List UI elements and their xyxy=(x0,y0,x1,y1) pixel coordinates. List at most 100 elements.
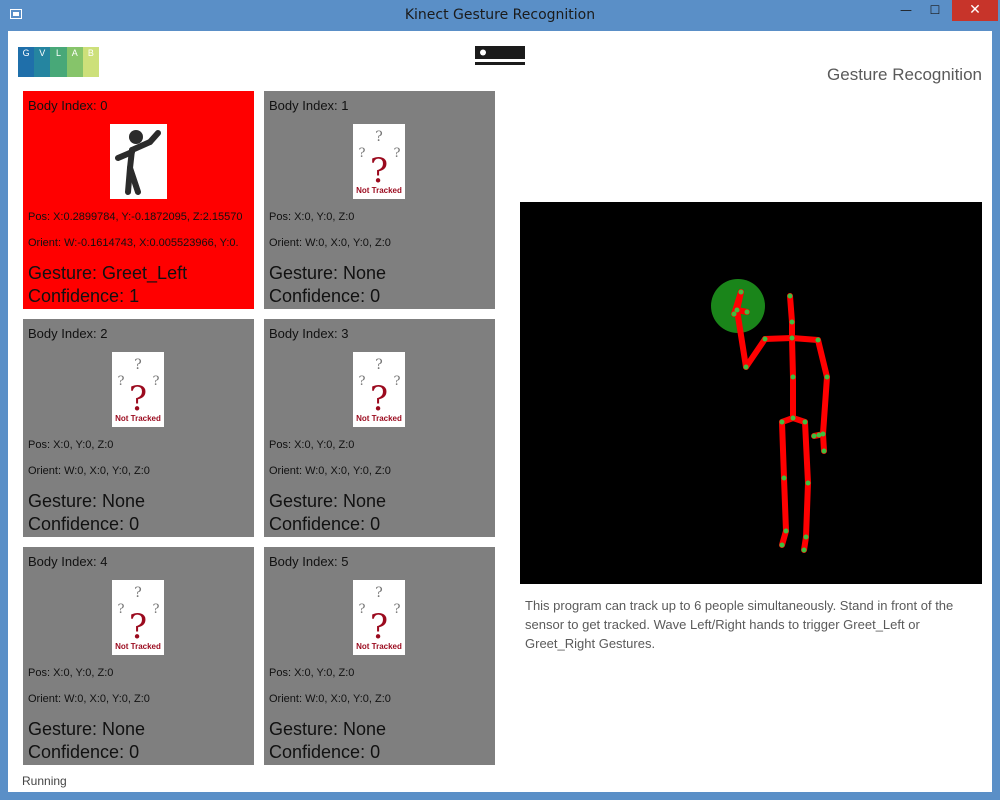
body-orientation-text: Orient: W:0, X:0, Y:0, Z:0 xyxy=(28,465,150,477)
body-panel-0: Body Index: 0 Pos: X:0.2899784, Y:-0.1872… xyxy=(23,91,254,309)
body-thumbnail xyxy=(110,124,167,199)
svg-text:?: ? xyxy=(359,374,366,389)
skeleton-bone xyxy=(802,419,811,486)
skeleton-joint xyxy=(783,528,789,534)
body-view-canvas xyxy=(520,202,982,584)
svg-text:?: ? xyxy=(118,602,125,617)
svg-text:?: ? xyxy=(370,379,388,419)
body-panel-4: Body Index: 4???? Not Tracked Pos: X:0, Y:… xyxy=(23,547,254,765)
question-mark-icon: ?? ??Not Tracked xyxy=(112,352,164,427)
skeleton-joint xyxy=(762,336,768,342)
body-panel-5: Body Index: 5 ???? Not Tracked Pos: X:0, Y:… xyxy=(264,547,495,765)
confidence-label: Confidence: 1 xyxy=(28,286,140,306)
skeleton-joint xyxy=(815,337,821,343)
app-window: Kinect Gesture Recognition — ☐ ✕ G V L A… xyxy=(0,0,1000,800)
skeleton-joint xyxy=(743,364,749,370)
body-index-label: Body Index: 0 xyxy=(28,98,108,113)
kinect-sensor-icon xyxy=(475,46,525,65)
body-position-text: Pos: X:0, Y:0, Z:0 xyxy=(28,667,114,679)
body-position-text: Pos: X:0, Y:0, Z:0 xyxy=(28,439,114,451)
body-thumbnail: ???? Not Tracked xyxy=(353,352,405,427)
skeleton-joint xyxy=(803,534,809,540)
body-panel-3: Body Index: 3 ???? Not Tracked Pos: X:0, Y:… xyxy=(264,319,495,537)
skeleton-joint xyxy=(744,309,750,315)
skeleton-joint xyxy=(731,311,737,317)
skeleton-joint xyxy=(805,480,811,486)
skeleton-bone xyxy=(820,431,827,454)
window-title: Kinect Gesture Recognition xyxy=(404,7,596,23)
skeleton-bone xyxy=(762,335,795,342)
body-position-text: Pos: X:0.2899784, Y:-0.1872095, Z:2.1557… xyxy=(28,211,243,223)
skeleton-bone xyxy=(743,336,768,370)
maximize-button[interactable]: ☐ xyxy=(918,0,952,21)
logo-letter: A xyxy=(66,47,83,77)
body-position-text: Pos: X:0, Y:0, Z:0 xyxy=(269,211,355,223)
gesture-label: Gesture: None xyxy=(269,263,387,283)
skeleton-joint xyxy=(824,374,830,380)
body-index-label: Body Index: 5 xyxy=(269,554,349,569)
skeleton-joint xyxy=(790,374,796,380)
not-tracked-label: Not Tracked xyxy=(356,186,402,195)
logo-letter: L xyxy=(50,47,67,77)
skeleton-joint xyxy=(802,419,808,425)
skeleton-joint xyxy=(781,475,787,481)
svg-text:?: ? xyxy=(359,602,366,617)
not-tracked-label: Not Tracked xyxy=(115,414,161,423)
gesture-label: Gesture: None xyxy=(28,719,146,739)
confidence-label: Confidence: 0 xyxy=(269,286,381,306)
svg-text:?: ? xyxy=(370,151,388,191)
body-index-label: Body Index: 3 xyxy=(269,326,349,341)
body-position-text: Pos: X:0, Y:0, Z:0 xyxy=(269,439,355,451)
skeleton-bone xyxy=(781,475,789,534)
instructions-text: This program can track up to 6 people si… xyxy=(525,598,954,651)
skeleton-bone xyxy=(787,293,795,325)
skeleton-joint xyxy=(779,542,785,548)
body-thumbnail: ???? Not Tracked xyxy=(353,124,405,199)
svg-text:?: ? xyxy=(134,585,142,601)
body-panel-1: Body Index: 1???? Not Tracked Pos: X:0, Y:… xyxy=(264,91,495,309)
confidence-label: Confidence: 0 xyxy=(269,742,381,762)
logo-letter: B xyxy=(82,47,100,77)
skeleton-joint xyxy=(779,419,785,425)
skeleton-bone xyxy=(789,335,796,380)
body-orientation-text: Orient: W:0, X:0, Y:0, Z:0 xyxy=(269,693,391,705)
confidence-label: Confidence: 0 xyxy=(28,514,140,534)
skeleton-joint xyxy=(821,448,827,454)
skeleton-joint xyxy=(789,335,795,341)
question-mark-icon: ?? ??Not Tracked xyxy=(353,124,405,199)
body-thumbnail: ???? Not Tracked xyxy=(112,580,164,655)
status-text: Running xyxy=(22,774,67,788)
skeleton-joint xyxy=(801,547,807,553)
question-mark-icon: ?? ??Not Tracked xyxy=(353,580,405,655)
svg-text:?: ? xyxy=(118,374,125,389)
body-orientation-text: Orient: W:0, X:0, Y:0, Z:0 xyxy=(269,465,391,477)
skeleton-bone xyxy=(803,480,811,540)
body-position-text: Pos: X:0, Y:0, Z:0 xyxy=(269,667,355,679)
gesture-label: Gesture: None xyxy=(269,491,387,511)
svg-text:?: ? xyxy=(359,146,366,161)
skeleton-joint xyxy=(734,307,740,313)
page-title: Gesture Recognition xyxy=(827,65,982,84)
close-button[interactable]: ✕ xyxy=(952,0,998,21)
svg-text:?: ? xyxy=(134,357,142,373)
question-mark-icon: ?? ??Not Tracked xyxy=(353,352,405,427)
svg-text:?: ? xyxy=(375,357,383,373)
not-tracked-label: Not Tracked xyxy=(115,642,161,651)
skeleton-joint xyxy=(787,293,793,299)
gesture-label: Gesture: None xyxy=(269,719,387,739)
svg-text:?: ? xyxy=(375,129,383,145)
gesture-label: Gesture: None xyxy=(28,491,146,511)
client-area: G V L A B Gesture Recognition Body Index… xyxy=(8,31,992,792)
title-bar[interactable]: Kinect Gesture Recognition — ☐ ✕ xyxy=(0,0,1000,31)
body-orientation-text: Orient: W:-0.1614743, X:0.005523966, Y:0… xyxy=(28,237,239,249)
body-orientation-text: Orient: W:0, X:0, Y:0, Z:0 xyxy=(28,693,150,705)
skeleton-bone xyxy=(820,374,830,437)
svg-text:?: ? xyxy=(153,374,160,389)
svg-text:?: ? xyxy=(153,602,160,617)
body-panel-2: Body Index: 2???? Not Tracked Pos: X:0, Y:… xyxy=(23,319,254,537)
logo-letter: V xyxy=(34,47,51,77)
confidence-label: Confidence: 0 xyxy=(269,514,381,534)
tracked-person-icon xyxy=(110,124,167,199)
svg-text:?: ? xyxy=(129,379,147,419)
skeleton-joint xyxy=(816,432,822,438)
